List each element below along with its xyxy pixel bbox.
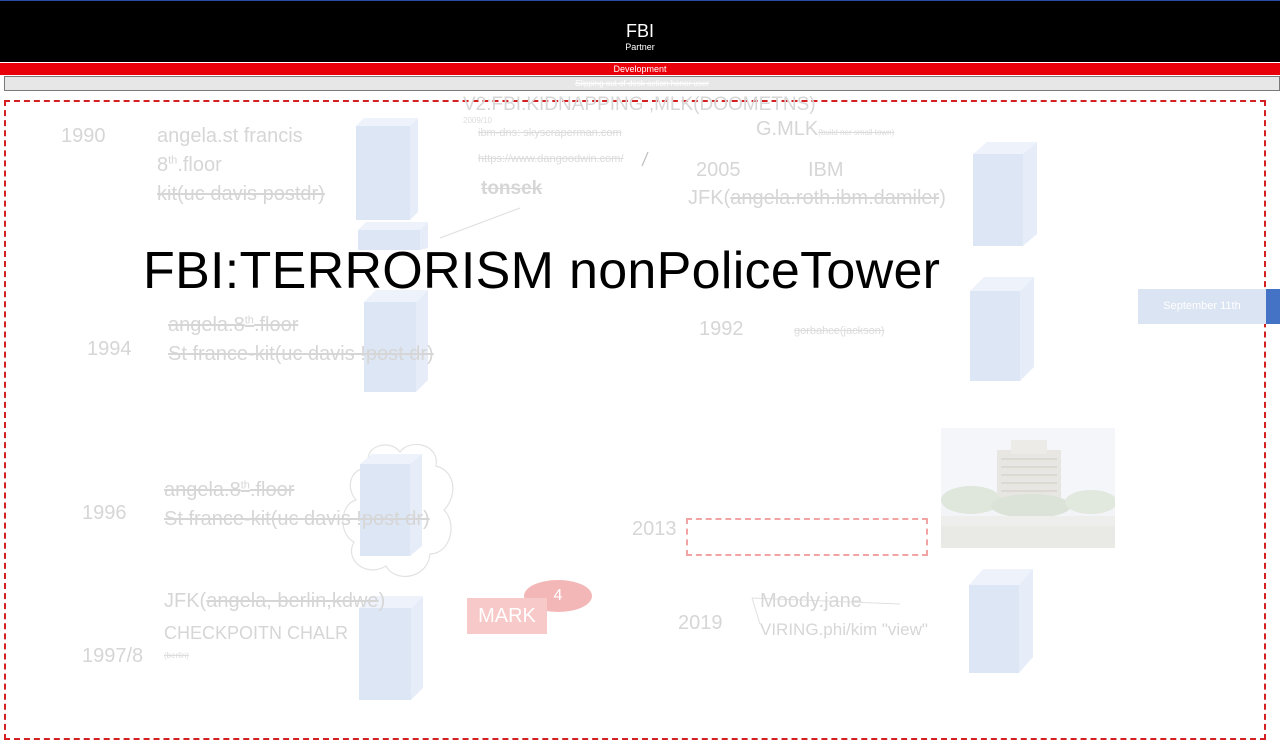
cube-shape — [970, 277, 1034, 381]
header-title: FBI — [625, 21, 654, 41]
september-11th-label[interactable]: September 11th — [1138, 289, 1266, 324]
year-1996: 1996 — [82, 502, 127, 524]
link-dangoodwin[interactable]: https://www.dangoodwin.com/ — [478, 153, 624, 165]
year-2005: 2005 — [696, 159, 741, 181]
entry-2005-company: IBM — [808, 159, 844, 181]
year-1992: 1992 — [699, 318, 744, 340]
year-1994: 1994 — [87, 338, 132, 360]
entry-1990-line3: kit(uc davis postdr) — [157, 183, 325, 205]
development-bar: Development — [0, 63, 1280, 75]
top-center-date: 2009/10 — [463, 116, 492, 125]
name-tonsek: tonsek — [481, 178, 543, 199]
year-1997-8: 1997/8 — [82, 645, 144, 667]
entry-2019-line1: Moody.jane — [760, 590, 862, 612]
top-center-title: V2:FBI.KIDNAPPING ,MLK(DOOMETNS) — [463, 94, 816, 115]
entry-1996-line1: angela.8th.floor — [164, 479, 295, 501]
cube-shape — [364, 290, 428, 392]
page-headline: FBI:TERRORISM nonPoliceTower — [143, 242, 941, 300]
entry-1996-line2: St france-kit(uc davis !post dr) — [164, 508, 430, 530]
building-photo — [941, 428, 1115, 548]
cube-shape — [969, 569, 1033, 673]
entry-2019-line2: VIRING.phi/kim "view" — [760, 620, 928, 639]
year-2019: 2019 — [678, 612, 723, 634]
cube-shape — [973, 142, 1037, 246]
entry-1994-line1: angela.8th.floor — [168, 314, 299, 336]
dashed-box-2013 — [686, 518, 928, 556]
header-subtitle: Partner — [625, 42, 655, 52]
entry-1992-note: gorbahce(jackson) — [794, 325, 885, 337]
entry-1994-line2: St france-kit(uc davis !post dr) — [168, 343, 434, 365]
year-1990: 1990 — [61, 125, 106, 147]
link-skyscraperman[interactable]: ibm-dns: skyscraperman.com — [478, 127, 622, 139]
top-header-bar: FBI Partner — [0, 0, 1280, 62]
cube-shape — [356, 118, 418, 220]
mark-button[interactable]: MARK — [467, 598, 547, 634]
mlk-label: G.MLK(build ner small town) — [756, 118, 895, 140]
entry-2005-line2: JFK(angela.roth.ibm.damiler) — [688, 187, 946, 209]
entry-1997-note: (berlin) — [164, 651, 189, 660]
entry-1997-line2: CHECKPOITN CHALR — [164, 623, 349, 643]
september-11th-tab[interactable] — [1266, 289, 1280, 324]
year-2013: 2013 — [632, 518, 677, 540]
entry-1990-line2: 8th.floor — [157, 154, 222, 176]
entry-1990-line1: angela.st francis — [157, 125, 303, 147]
status-bar: Slipping out of desk action honor user — [4, 76, 1280, 91]
entry-1997-line1: JFK(angela, berlin,kdwe) — [164, 590, 386, 612]
